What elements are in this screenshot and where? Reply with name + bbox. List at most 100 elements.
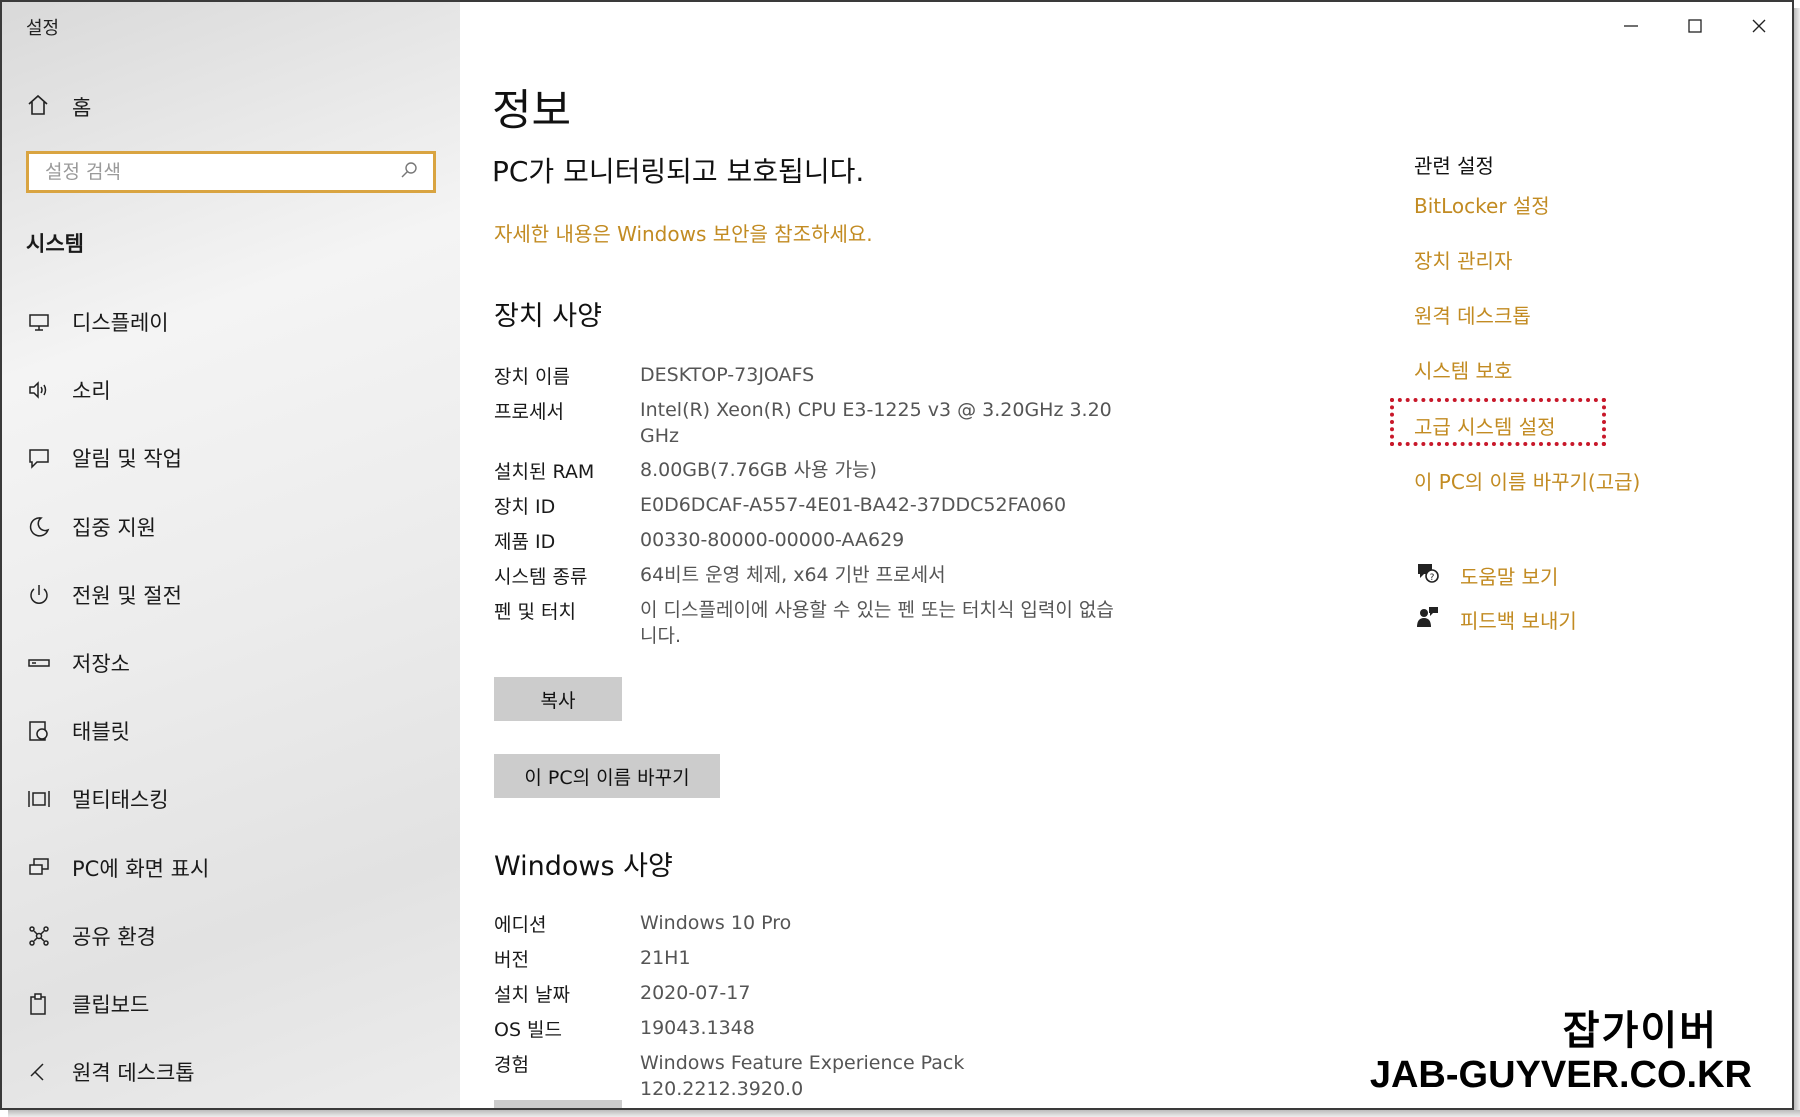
help-link[interactable]: ? 도움말 보기 [1414,560,1558,591]
sidebar-item-multitasking[interactable]: 멀티태스킹 [2,765,460,833]
spec-key: 버전 [494,949,529,971]
rename-pc-button[interactable]: 이 PC의 이름 바꾸기 [494,754,720,798]
clipboard-icon [26,991,52,1017]
spec-key: OS 빌드 [494,1019,563,1041]
spec-value: DESKTOP-73JOAFS [640,364,815,386]
project-icon [26,855,52,881]
bitlocker-settings-link[interactable]: BitLocker 설정 [1414,190,1550,219]
remote-desktop-link[interactable]: 원격 데스크톱 [1414,300,1531,329]
minimize-button[interactable] [1606,10,1656,46]
notification-icon [26,445,52,471]
spec-value: Windows Feature Experience Pack 120.2212… [640,1052,965,1100]
spec-key: 설치된 RAM [494,461,595,483]
sidebar-item-clipboard[interactable]: 클립보드 [2,970,460,1038]
sidebar: 설정 홈 시스템 디스플레이 소리 알림 및 [2,2,460,1108]
windows-security-link[interactable]: 자세한 내용은 Windows 보안을 참조하세요. [494,218,873,247]
maximize-icon [1686,17,1704,39]
window-title: 설정 [26,18,60,39]
spec-value: 64비트 운영 체제, x64 기반 프로세서 [640,564,946,586]
sidebar-item-focus-assist[interactable]: 집중 지원 [2,493,460,561]
sidebar-item-display[interactable]: 디스플레이 [2,288,460,356]
spec-key: 설치 날짜 [494,984,570,1006]
spec-value: 21H1 [640,947,691,969]
spec-key: 시스템 종류 [494,566,588,588]
spec-value: E0D6DCAF-A557-4E01-BA42-37DDC52FA060 [640,494,1067,516]
display-icon [26,309,52,335]
sidebar-item-notifications[interactable]: 알림 및 작업 [2,424,460,492]
help-label: 도움말 보기 [1460,565,1559,589]
spec-key: 펜 및 터치 [494,601,576,623]
windows-specs-list: 에디션 Windows 10 Pro 버전 21H1 설치 날짜 2020-07… [494,910,1134,1100]
device-specs-list: 장치 이름 DESKTOP-73JOAFS 프로세서 Intel(R) Xeon… [494,362,1134,662]
sidebar-nav: 디스플레이 소리 알림 및 작업 집중 지원 전원 및 절전 저장소 태블릿 멀… [2,288,460,1106]
page-title: 정보 [492,86,572,136]
tablet-icon [26,718,52,744]
spec-value: 8.00GB(7.76GB 사용 가능) [640,459,877,481]
device-specs-heading: 장치 사양 [494,301,602,332]
spec-value: 2020-07-17 [640,982,751,1004]
sidebar-item-sound[interactable]: 소리 [2,356,460,424]
feedback-label: 피드백 보내기 [1460,609,1577,633]
feedback-icon [1414,604,1440,635]
multitasking-icon [26,786,52,812]
advanced-system-settings-link[interactable]: 고급 시스템 설정 [1414,411,1556,440]
feedback-link[interactable]: 피드백 보내기 [1414,604,1577,635]
search-icon [399,160,419,184]
sidebar-item-label: PC에 화면 표시 [72,856,210,881]
sidebar-home[interactable]: 홈 [26,92,91,122]
focus-assist-icon [26,514,52,540]
sidebar-item-label: 전원 및 절전 [72,583,182,608]
spec-key: 경험 [494,1054,529,1076]
home-label: 홈 [72,96,92,120]
power-icon [26,582,52,608]
search-box[interactable] [26,151,436,193]
sidebar-item-power[interactable]: 전원 및 절전 [2,561,460,629]
partial-button[interactable] [494,1100,622,1108]
sidebar-item-label: 소리 [72,379,111,404]
copy-button[interactable]: 복사 [494,677,622,721]
sidebar-item-label: 알림 및 작업 [72,447,182,472]
sidebar-item-storage[interactable]: 저장소 [2,629,460,697]
watermark-url: JAB-GUYVER.CO.KR [1369,1054,1752,1096]
minimize-icon [1622,17,1640,39]
sidebar-section-label: 시스템 [26,232,84,256]
spec-key: 장치 ID [494,496,556,518]
close-icon [1750,17,1768,39]
sidebar-item-shared-experiences[interactable]: 공유 환경 [2,902,460,970]
spec-value: 00330-80000-00000-AA629 [640,529,905,551]
spec-value: 19043.1348 [640,1017,755,1039]
sidebar-item-project[interactable]: PC에 화면 표시 [2,834,460,902]
storage-icon [26,650,52,676]
remote-desktop-icon [26,1059,52,1085]
settings-window: 설정 홈 시스템 디스플레이 소리 알림 및 [0,0,1794,1110]
sound-icon [26,377,52,403]
protection-status: PC가 모니터링되고 보호됩니다. [492,155,865,188]
watermark-text: 잡가이버 [1562,1008,1718,1054]
spec-key: 장치 이름 [494,366,570,388]
windows-specs-heading: Windows 사양 [494,851,673,882]
spec-value: 이 디스플레이에 사용할 수 있는 펜 또는 터치식 입력이 없습니다. [640,599,1114,647]
sidebar-item-label: 집중 지원 [72,515,156,540]
window-shadow-right [1794,8,1800,1117]
close-button[interactable] [1734,10,1784,46]
sidebar-item-remote-desktop[interactable]: 원격 데스크톱 [2,1038,460,1106]
device-manager-link[interactable]: 장치 관리자 [1414,245,1512,274]
spec-key: 에디션 [494,914,547,936]
help-chat-icon: ? [1414,560,1440,591]
sidebar-item-label: 멀티태스킹 [72,788,169,813]
rename-pc-advanced-link[interactable]: 이 PC의 이름 바꾸기(고급) [1414,466,1640,495]
spec-key: 제품 ID [494,531,556,553]
sidebar-item-label: 공유 환경 [72,924,156,949]
home-icon [26,93,50,122]
sidebar-item-label: 저장소 [72,652,130,677]
svg-text:?: ? [1430,573,1435,583]
spec-value: Intel(R) Xeon(R) CPU E3-1225 v3 @ 3.20GH… [640,399,1112,447]
sidebar-item-label: 원격 데스크톱 [72,1061,195,1086]
sidebar-item-label: 태블릿 [72,720,130,745]
maximize-button[interactable] [1670,10,1720,46]
window-shadow-bottom [8,1110,1800,1117]
search-input[interactable] [43,160,399,184]
system-protection-link[interactable]: 시스템 보호 [1414,355,1512,384]
sidebar-item-tablet[interactable]: 태블릿 [2,697,460,765]
sidebar-item-label: 클립보드 [72,992,150,1017]
